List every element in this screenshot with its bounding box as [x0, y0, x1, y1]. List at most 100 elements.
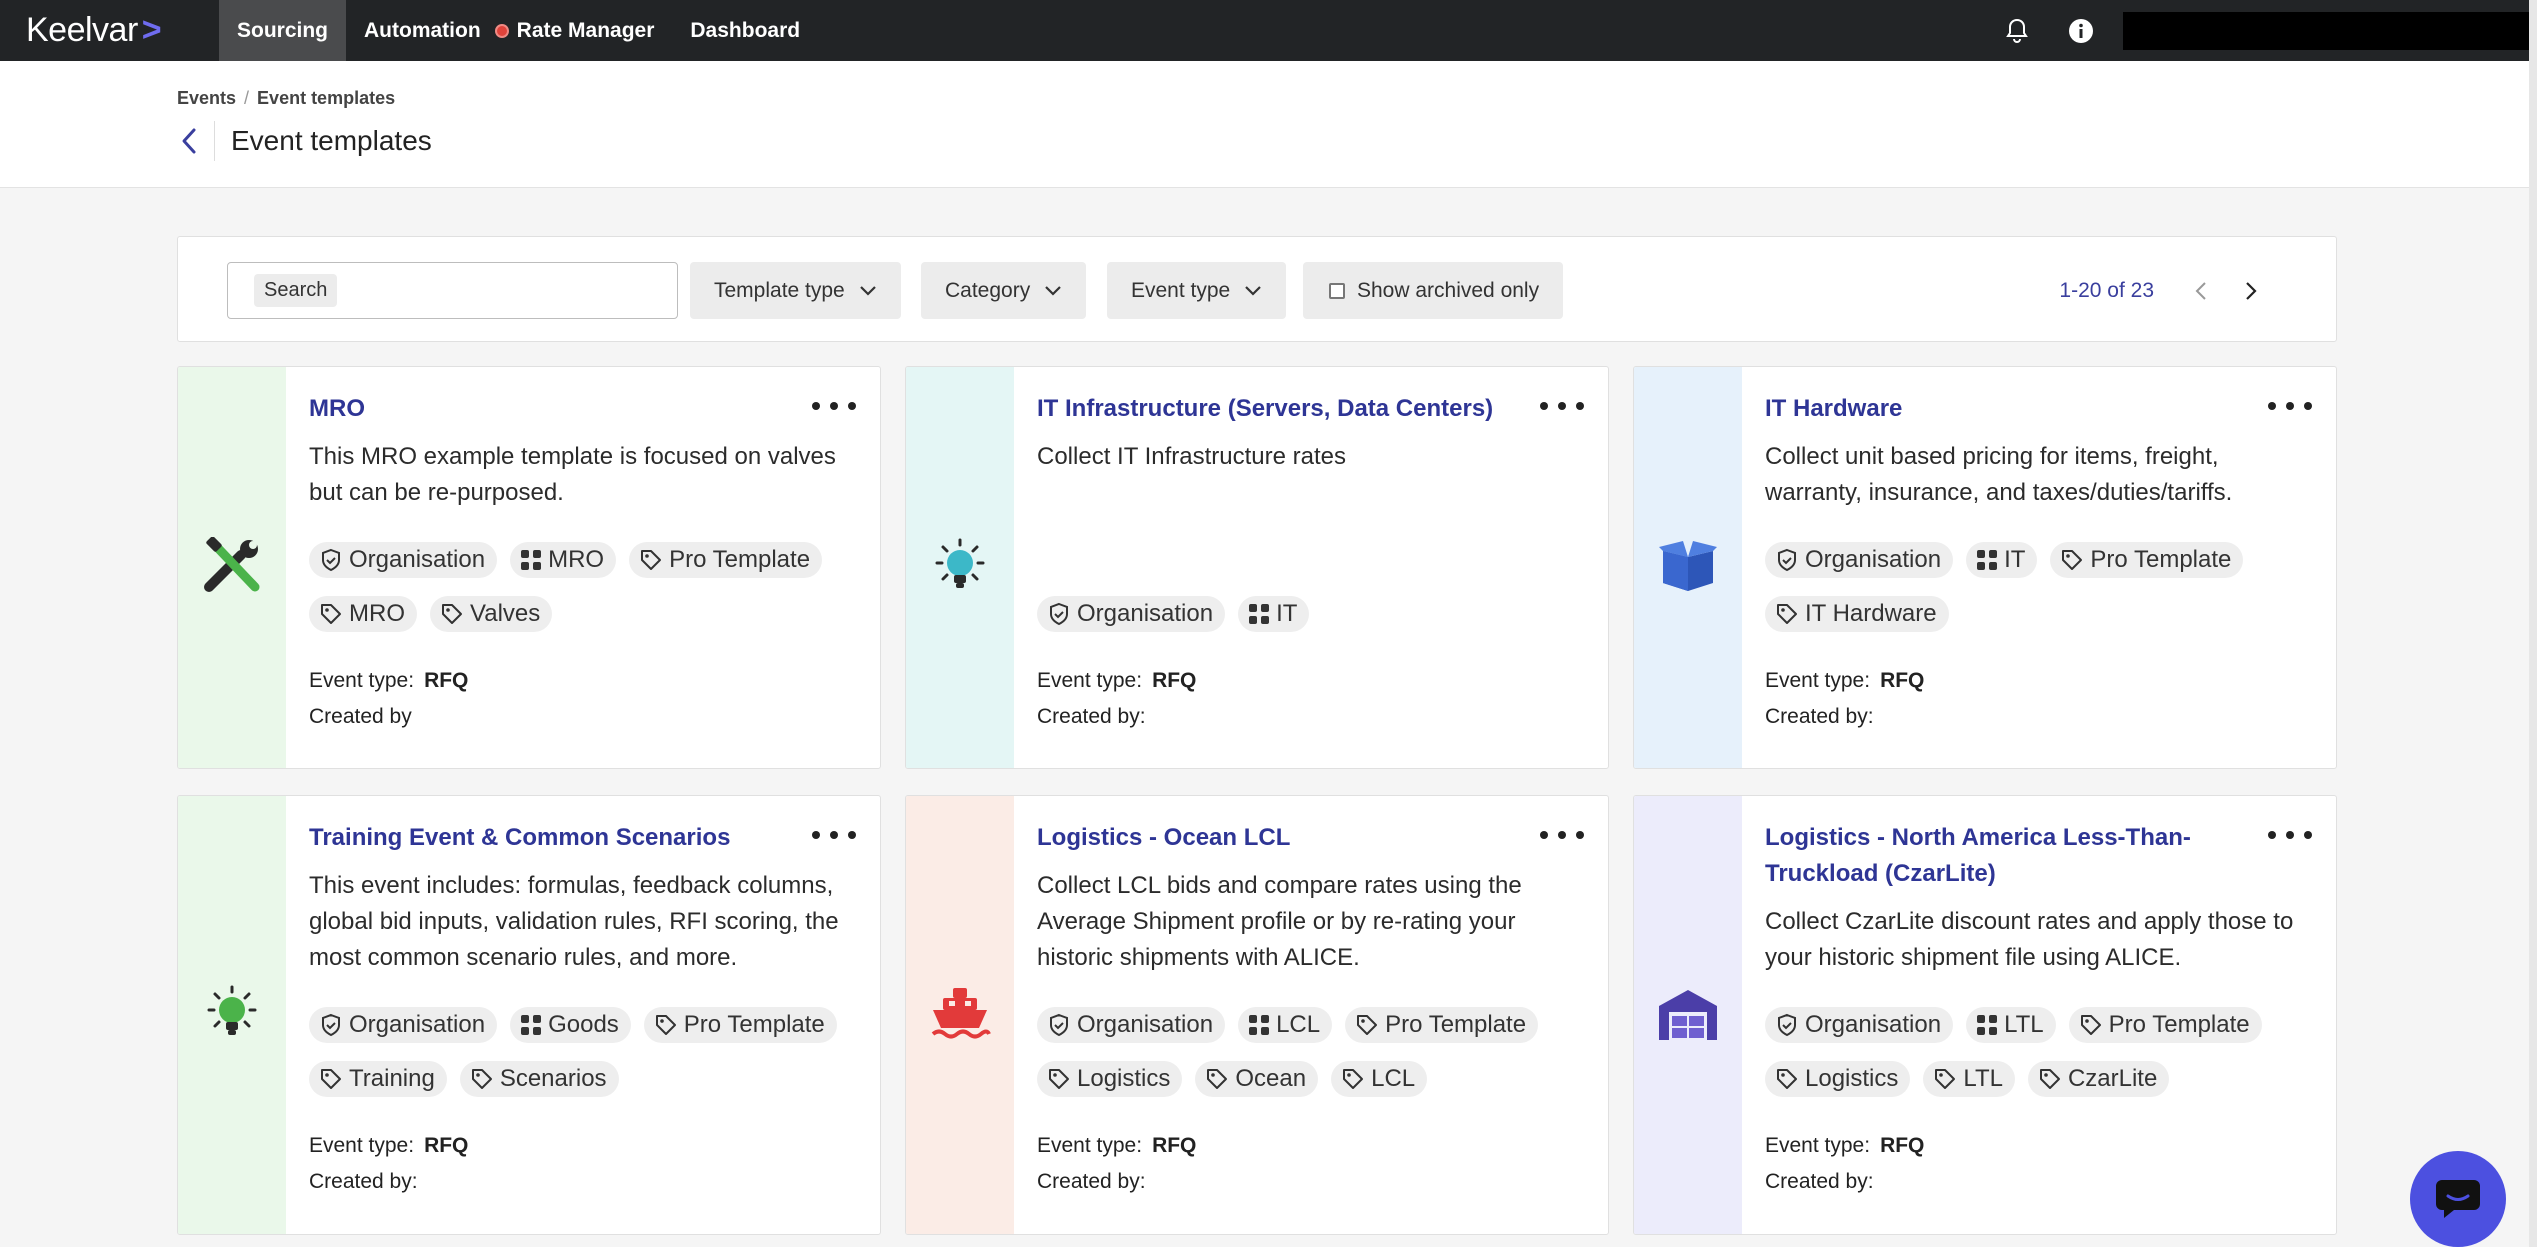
- label-tag: Ocean: [1195, 1061, 1319, 1097]
- card-created-by: Created by:: [1765, 705, 1874, 728]
- event-type-value: RFQ: [1152, 669, 1197, 692]
- card-icon-panel: [906, 796, 1014, 1234]
- search-input[interactable]: Search: [227, 262, 678, 319]
- event-type-label: Event type:: [1037, 1134, 1143, 1157]
- card-title[interactable]: Logistics - Ocean LCL: [1037, 820, 1537, 856]
- lightbulb-icon: [935, 538, 985, 588]
- template-card-mro[interactable]: MRO This MRO example template is focused…: [177, 366, 881, 769]
- card-more-button[interactable]: [1540, 824, 1584, 846]
- tag-icon: [1777, 604, 1797, 624]
- keelvar-logo[interactable]: Keelvar >: [0, 0, 219, 61]
- category-tag: LCL: [1238, 1007, 1333, 1043]
- tag-label: Logistics: [1077, 1065, 1171, 1092]
- shield-check-icon: [1778, 1013, 1796, 1037]
- template-card-it-hardware[interactable]: IT Hardware Collect unit based pricing f…: [1633, 366, 2337, 769]
- label-tag: CzarLite: [2027, 1061, 2170, 1097]
- card-more-button[interactable]: [812, 824, 856, 846]
- card-tags: Organisation LTL Pro Template Logistics …: [1765, 1007, 2325, 1097]
- label-tag: Pro Template: [1345, 1007, 1539, 1043]
- nav-right: [1985, 0, 2537, 61]
- tag-label: Training: [349, 1065, 435, 1092]
- chevron-down-icon: [1045, 285, 1061, 296]
- card-more-button[interactable]: [1540, 395, 1584, 417]
- show-archived-checkbox[interactable]: [1329, 282, 1345, 299]
- nav-automation[interactable]: Automation: [346, 0, 495, 61]
- lightbulb-icon: [207, 985, 257, 1035]
- organisation-tag: Organisation: [309, 1007, 498, 1043]
- card-tags: Organisation IT: [1037, 596, 1597, 632]
- template-card-it-infrastructure[interactable]: IT Infrastructure (Servers, Data Centers…: [905, 366, 1609, 769]
- label-tag: Pro Template: [2050, 542, 2244, 578]
- grid-icon: [521, 550, 542, 570]
- previous-page-button[interactable]: [2176, 281, 2226, 301]
- template-card-ocean-lcl[interactable]: Logistics - Ocean LCL Collect LCL bids a…: [905, 795, 1609, 1235]
- tag-label: LTL: [2004, 1011, 2044, 1038]
- next-page-button[interactable]: [2226, 281, 2276, 301]
- template-card-ltl-czarlite[interactable]: Logistics - North America Less-Than-Truc…: [1633, 795, 2337, 1235]
- event-type-label: Event type:: [1765, 1134, 1871, 1157]
- tag-icon: [471, 1069, 492, 1089]
- breadcrumb: Events / Event templates: [177, 88, 395, 109]
- card-description: This MRO example template is focused on …: [309, 443, 836, 506]
- tag-label: Scenarios: [499, 1065, 607, 1092]
- organisation-tag: Organisation: [1765, 542, 1954, 578]
- card-body: IT Infrastructure (Servers, Data Centers…: [1037, 367, 1608, 768]
- card-event-type: Event type: RFQ: [309, 1128, 468, 1164]
- event-type-label: Event type:: [309, 1134, 415, 1157]
- card-title[interactable]: Logistics - North America Less-Than-Truc…: [1765, 820, 2235, 892]
- tag-label: MRO: [349, 600, 405, 627]
- chevron-right-icon: [2246, 281, 2257, 300]
- help-button[interactable]: [2049, 0, 2113, 61]
- card-title[interactable]: IT Infrastructure (Servers, Data Centers…: [1037, 391, 1557, 427]
- card-more-button[interactable]: [2268, 395, 2312, 417]
- nav-sourcing[interactable]: Sourcing: [219, 0, 347, 61]
- nav-dashboard[interactable]: Dashboard: [672, 0, 818, 61]
- breadcrumb-separator: /: [244, 88, 250, 108]
- logo-text: Keelvar: [26, 11, 138, 49]
- tag-label: IT: [2004, 546, 2026, 573]
- tag-label: Organisation: [349, 1011, 486, 1038]
- event-type-value: RFQ: [424, 669, 469, 692]
- category-tag: LTL: [1966, 1007, 2056, 1043]
- card-title[interactable]: Training Event & Common Scenarios: [309, 820, 809, 856]
- tag-label: Organisation: [1077, 600, 1214, 627]
- notifications-button[interactable]: [1985, 0, 2049, 61]
- nav-rate-manager[interactable]: Rate Manager: [494, 0, 673, 61]
- label-tag: LCL: [1331, 1061, 1428, 1097]
- tag-label: Goods: [548, 1011, 619, 1038]
- tag-label: CzarLite: [2067, 1065, 2158, 1092]
- card-icon-panel: [1634, 796, 1742, 1234]
- back-button[interactable]: [177, 121, 215, 161]
- card-body: Training Event & Common Scenarios This e…: [309, 796, 880, 1234]
- event-type-label: Event type:: [1037, 669, 1143, 692]
- category-tag: Goods: [510, 1007, 631, 1043]
- card-title[interactable]: IT Hardware: [1765, 391, 2265, 427]
- user-account-menu[interactable]: [2123, 11, 2537, 50]
- grid-icon: [1249, 604, 1270, 624]
- template-card-training-event[interactable]: Training Event & Common Scenarios This e…: [177, 795, 881, 1235]
- tag-icon: [321, 1069, 341, 1089]
- tag-label: LTL: [1963, 1065, 2003, 1092]
- breadcrumb-events-link[interactable]: Events: [177, 88, 236, 108]
- show-archived-toggle[interactable]: Show archived only: [1303, 262, 1564, 319]
- event-type-dropdown[interactable]: Event type: [1107, 262, 1287, 319]
- card-icon-panel: [178, 367, 286, 768]
- category-dropdown[interactable]: Category: [921, 262, 1087, 319]
- card-body: IT Hardware Collect unit based pricing f…: [1765, 367, 2336, 768]
- card-more-button[interactable]: [812, 395, 856, 417]
- nav-dashboard-label: Dashboard: [690, 18, 801, 42]
- logo-chevron: >: [141, 11, 162, 49]
- page-scrollbar[interactable]: [2529, 0, 2537, 1247]
- chat-launcher-button[interactable]: [2410, 1151, 2506, 1247]
- template-type-dropdown[interactable]: Template type: [690, 262, 901, 319]
- card-title[interactable]: MRO: [309, 391, 809, 427]
- category-label: Category: [945, 278, 1031, 302]
- card-event-type: Event type: RFQ: [1037, 1128, 1196, 1164]
- event-type-filter-label: Event type: [1131, 278, 1231, 302]
- card-description: This event includes: formulas, feedback …: [309, 872, 839, 971]
- tag-label: Organisation: [1805, 546, 1942, 573]
- organisation-tag: Organisation: [1037, 1007, 1226, 1043]
- card-more-button[interactable]: [2268, 824, 2312, 846]
- tag-label: Pro Template: [683, 1011, 825, 1038]
- label-tag: Valves: [430, 596, 553, 632]
